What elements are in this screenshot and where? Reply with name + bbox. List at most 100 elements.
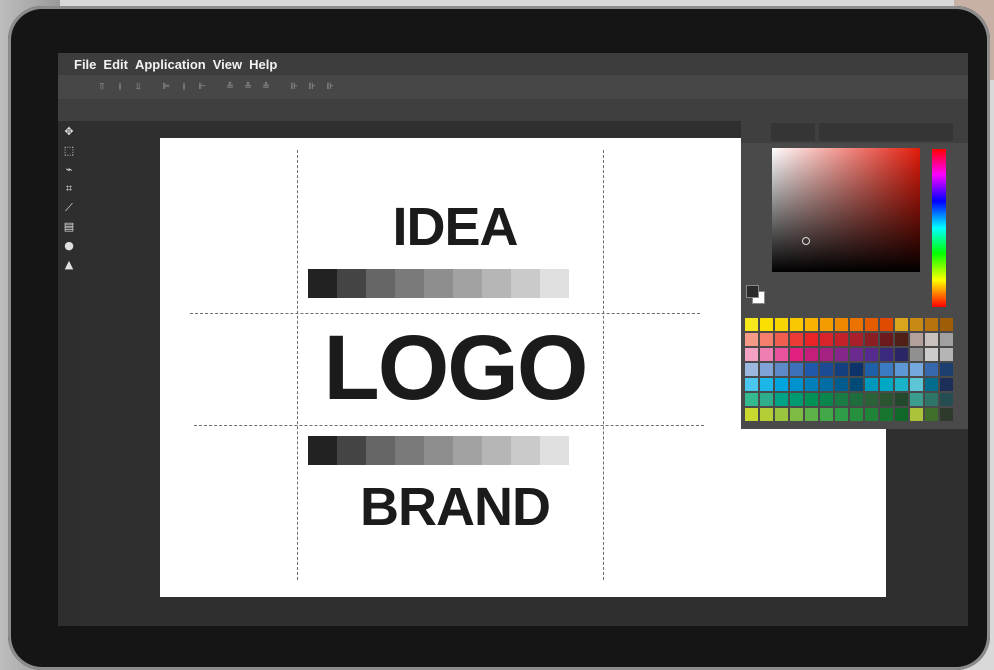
palette-swatch[interactable] [910, 333, 923, 346]
menu-help[interactable]: Help [249, 57, 277, 72]
palette-swatch[interactable] [745, 378, 758, 391]
hue-slider[interactable] [932, 149, 946, 307]
distribute-bottom-icon[interactable]: ≙ [260, 81, 272, 93]
palette-swatch[interactable] [895, 393, 908, 406]
panel-tab[interactable] [771, 123, 815, 141]
palette-swatch[interactable] [895, 408, 908, 421]
palette-swatch[interactable] [820, 333, 833, 346]
palette-swatch[interactable] [835, 408, 848, 421]
palette-swatch[interactable] [820, 363, 833, 376]
sharpen-icon[interactable]: ▲ [62, 258, 76, 272]
color-picker-handle[interactable] [802, 237, 810, 245]
palette-swatch[interactable] [745, 408, 758, 421]
panel-tab[interactable] [819, 123, 953, 141]
palette-swatch[interactable] [775, 333, 788, 346]
saturation-picker[interactable] [772, 148, 920, 272]
palette-swatch[interactable] [805, 348, 818, 361]
palette-swatch[interactable] [835, 378, 848, 391]
palette-swatch[interactable] [880, 393, 893, 406]
distribute-right-icon[interactable]: ⊪ [324, 81, 336, 93]
distribute-left-icon[interactable]: ⊪ [288, 81, 300, 93]
align-bottom-icon[interactable]: ⫫ [132, 81, 144, 93]
palette-swatch[interactable] [880, 363, 893, 376]
palette-swatch[interactable] [850, 348, 863, 361]
palette-swatch[interactable] [850, 333, 863, 346]
align-hcenter-icon[interactable]: ⫲ [178, 81, 190, 93]
palette-swatch[interactable] [940, 393, 953, 406]
palette-swatch[interactable] [910, 348, 923, 361]
palette-swatch[interactable] [805, 408, 818, 421]
palette-swatch[interactable] [820, 408, 833, 421]
palette-swatch[interactable] [760, 393, 773, 406]
palette-swatch[interactable] [820, 318, 833, 331]
palette-swatch[interactable] [895, 363, 908, 376]
palette-swatch[interactable] [835, 363, 848, 376]
palette-swatch[interactable] [940, 318, 953, 331]
foreground-color-swatch[interactable] [746, 285, 759, 298]
lasso-icon[interactable]: ⌁ [62, 163, 76, 177]
palette-swatch[interactable] [880, 408, 893, 421]
palette-swatch[interactable] [835, 318, 848, 331]
palette-swatch[interactable] [745, 363, 758, 376]
palette-swatch[interactable] [850, 363, 863, 376]
palette-swatch[interactable] [760, 378, 773, 391]
palette-swatch[interactable] [805, 333, 818, 346]
blur-icon[interactable]: ● [62, 239, 76, 253]
palette-swatch[interactable] [865, 363, 878, 376]
palette-swatch[interactable] [865, 333, 878, 346]
align-top-icon[interactable]: ⫪ [96, 81, 108, 93]
palette-swatch[interactable] [805, 318, 818, 331]
palette-swatch[interactable] [820, 378, 833, 391]
palette-swatch[interactable] [775, 378, 788, 391]
palette-swatch[interactable] [745, 393, 758, 406]
palette-swatch[interactable] [790, 408, 803, 421]
move-icon[interactable]: ✥ [62, 125, 76, 139]
distribute-vcenter-icon[interactable]: ≚ [242, 81, 254, 93]
palette-swatch[interactable] [760, 408, 773, 421]
palette-swatch[interactable] [805, 378, 818, 391]
palette-swatch[interactable] [910, 408, 923, 421]
palette-swatch[interactable] [940, 378, 953, 391]
palette-swatch[interactable] [835, 333, 848, 346]
palette-swatch[interactable] [940, 408, 953, 421]
palette-swatch[interactable] [880, 333, 893, 346]
eyedropper-icon[interactable]: ⟋ [62, 201, 76, 215]
palette-swatch[interactable] [790, 363, 803, 376]
palette-swatch[interactable] [805, 363, 818, 376]
distribute-hcenter-icon[interactable]: ⊪ [306, 81, 318, 93]
palette-swatch[interactable] [745, 333, 758, 346]
palette-swatch[interactable] [940, 333, 953, 346]
align-left-icon[interactable]: ⊫ [160, 81, 172, 93]
menu-file[interactable]: File [74, 57, 96, 72]
palette-swatch[interactable] [880, 348, 893, 361]
menu-edit[interactable]: Edit [103, 57, 128, 72]
menu-view[interactable]: View [213, 57, 242, 72]
menu-application[interactable]: Application [135, 57, 206, 72]
palette-swatch[interactable] [775, 348, 788, 361]
palette-swatch[interactable] [745, 318, 758, 331]
palette-swatch[interactable] [745, 348, 758, 361]
palette-swatch[interactable] [850, 318, 863, 331]
palette-swatch[interactable] [790, 318, 803, 331]
align-vcenter-icon[interactable]: ⫲ [114, 81, 126, 93]
align-right-icon[interactable]: ⊩ [196, 81, 208, 93]
palette-swatch[interactable] [790, 393, 803, 406]
palette-swatch[interactable] [850, 393, 863, 406]
palette-swatch[interactable] [865, 318, 878, 331]
palette-swatch[interactable] [895, 333, 908, 346]
palette-swatch[interactable] [895, 318, 908, 331]
palette-swatch[interactable] [910, 363, 923, 376]
palette-swatch[interactable] [910, 378, 923, 391]
palette-swatch[interactable] [910, 393, 923, 406]
palette-swatch[interactable] [865, 378, 878, 391]
palette-swatch[interactable] [865, 348, 878, 361]
palette-swatch[interactable] [925, 318, 938, 331]
palette-swatch[interactable] [835, 348, 848, 361]
palette-swatch[interactable] [925, 348, 938, 361]
palette-swatch[interactable] [895, 348, 908, 361]
palette-swatch[interactable] [790, 378, 803, 391]
palette-swatch[interactable] [895, 378, 908, 391]
palette-swatch[interactable] [925, 393, 938, 406]
palette-swatch[interactable] [925, 378, 938, 391]
palette-swatch[interactable] [820, 393, 833, 406]
